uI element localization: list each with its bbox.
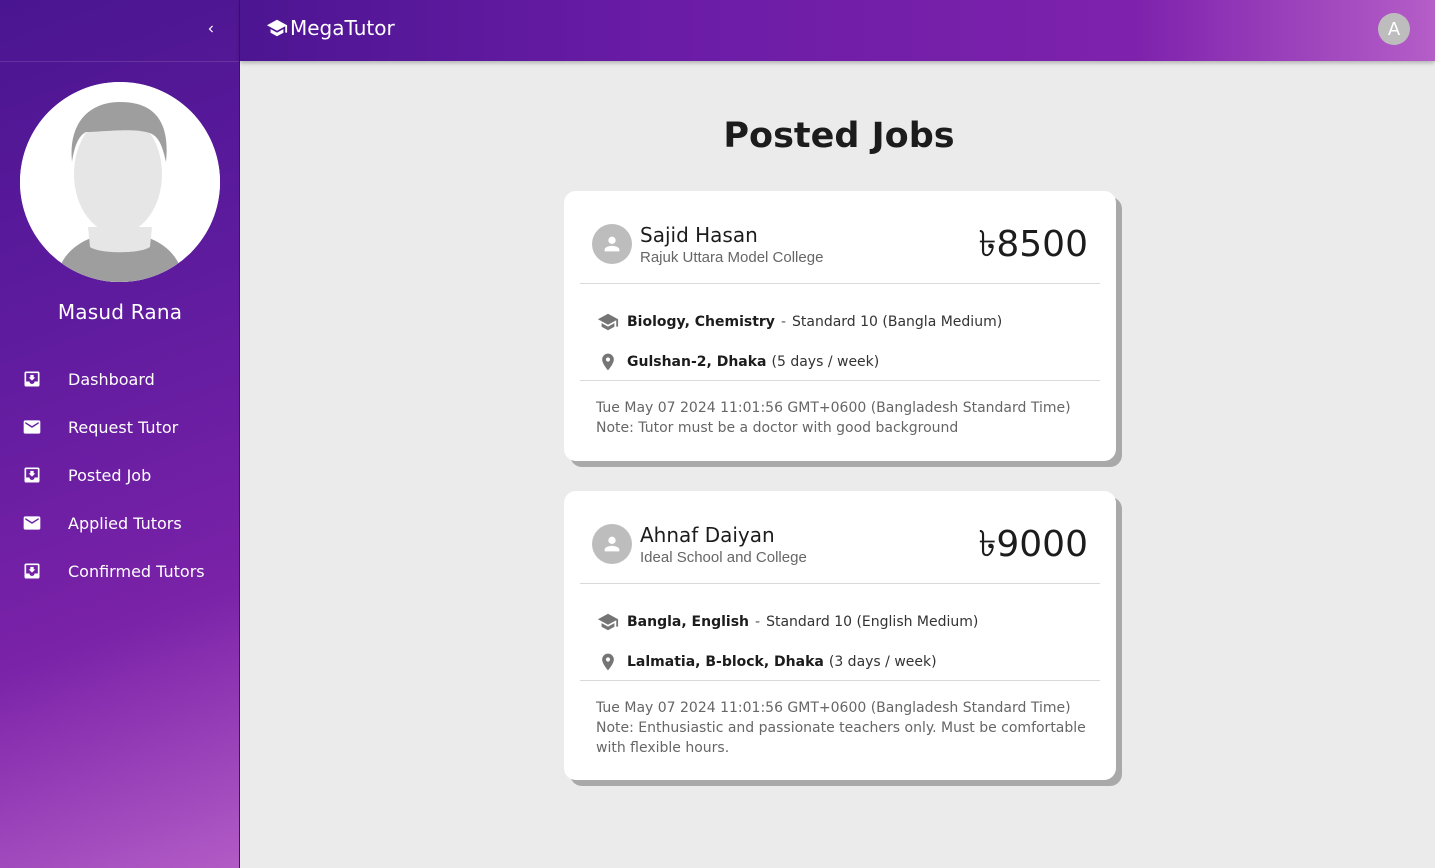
person-icon — [604, 536, 620, 552]
sidebar-item-applied-tutors[interactable]: Applied Tutors — [0, 499, 240, 547]
standard-text: Standard 10 (English Medium) — [766, 614, 979, 630]
top-app-bar: MegaTutor A — [240, 0, 1435, 61]
school-icon — [596, 610, 620, 634]
sidebar-item-label: Posted Job — [68, 465, 152, 485]
location-row: Gulshan-2, Dhaka (5 days / week) — [564, 342, 1116, 382]
sidebar-item-label: Dashboard — [68, 369, 155, 389]
sidebar-item-label: Request Tutor — [68, 417, 179, 437]
location-text: Lalmatia, B-block, Dhaka — [627, 654, 824, 670]
job-card: Sajid Hasan Rajuk Uttara Model College ৳… — [564, 191, 1116, 461]
brand-name: MegaTutor — [290, 16, 395, 40]
sidebar-header — [0, 0, 239, 62]
mail-icon — [22, 417, 42, 437]
frequency-text: (3 days / week) — [828, 654, 937, 670]
job-details: Biology, Chemistry - Standard 10 (Bangla… — [564, 284, 1116, 380]
graduation-cap-icon — [266, 19, 288, 37]
student-name: Ahnaf Daiyan — [640, 523, 775, 547]
posted-date: Tue May 07 2024 11:01:56 GMT+0600 (Bangl… — [596, 400, 1071, 416]
sidebar-item-request-tutor[interactable]: Request Tutor — [0, 403, 240, 451]
chevron-left-icon — [208, 25, 213, 33]
location-pin-icon — [596, 350, 620, 374]
separator-dash: - — [780, 314, 786, 330]
job-price: ৳9000 — [978, 524, 1088, 565]
school-icon — [596, 310, 620, 334]
inbox-download-icon — [22, 561, 42, 581]
location-text: Gulshan-2, Dhaka — [627, 354, 767, 370]
sidebar-item-dashboard[interactable]: Dashboard — [0, 355, 240, 403]
student-school: Rajuk Uttara Model College — [640, 249, 824, 266]
sidebar-nav: Dashboard Request Tutor Posted Job Appli… — [0, 355, 240, 595]
inbox-download-icon — [22, 369, 42, 389]
collapse-sidebar-button[interactable] — [200, 18, 222, 40]
page-title: Posted Jobs — [723, 116, 955, 156]
avatar — [592, 524, 632, 564]
profile-avatar — [20, 82, 220, 282]
avatar — [592, 224, 632, 264]
job-note: Note: Enthusiastic and passionate teache… — [596, 720, 1086, 756]
subjects-text: Biology, Chemistry — [627, 314, 775, 330]
job-note: Note: Tutor must be a doctor with good b… — [596, 420, 959, 436]
job-footer: Tue May 07 2024 11:01:56 GMT+0600 (Bangl… — [564, 681, 1116, 758]
standard-text: Standard 10 (Bangla Medium) — [792, 314, 1003, 330]
job-card-header: Ahnaf Daiyan Ideal School and College ৳9… — [564, 491, 1116, 583]
sidebar-item-label: Applied Tutors — [68, 513, 182, 533]
job-card: Ahnaf Daiyan Ideal School and College ৳9… — [564, 491, 1116, 780]
posted-date: Tue May 07 2024 11:01:56 GMT+0600 (Bangl… — [596, 700, 1071, 716]
job-details: Bangla, English - Standard 10 (English M… — [564, 584, 1116, 680]
separator-dash: - — [755, 614, 761, 630]
subjects-text: Bangla, English — [627, 614, 749, 630]
job-price: ৳8500 — [978, 224, 1088, 265]
person-icon — [604, 236, 620, 252]
sidebar-item-confirmed-tutors[interactable]: Confirmed Tutors — [0, 547, 240, 595]
account-avatar[interactable]: A — [1378, 13, 1410, 45]
user-name: Masud Rana — [57, 300, 183, 324]
inbox-download-icon — [22, 465, 42, 485]
frequency-text: (5 days / week) — [771, 354, 880, 370]
mail-icon — [22, 513, 42, 533]
job-card-header: Sajid Hasan Rajuk Uttara Model College ৳… — [564, 191, 1116, 283]
sidebar-item-posted-job[interactable]: Posted Job — [0, 451, 240, 499]
sidebar-item-label: Confirmed Tutors — [68, 561, 205, 581]
student-name: Sajid Hasan — [640, 223, 758, 247]
brand-logo[interactable]: MegaTutor — [266, 16, 395, 40]
user-silhouette-icon — [20, 82, 220, 282]
location-row: Lalmatia, B-block, Dhaka (3 days / week) — [564, 642, 1116, 682]
subjects-row: Biology, Chemistry - Standard 10 (Bangla… — [564, 302, 1116, 342]
job-footer: Tue May 07 2024 11:01:56 GMT+0600 (Bangl… — [564, 381, 1116, 438]
sidebar: Masud Rana Dashboard Request Tutor Poste… — [0, 0, 240, 868]
location-pin-icon — [596, 650, 620, 674]
subjects-row: Bangla, English - Standard 10 (English M… — [564, 602, 1116, 642]
student-school: Ideal School and College — [640, 549, 807, 566]
